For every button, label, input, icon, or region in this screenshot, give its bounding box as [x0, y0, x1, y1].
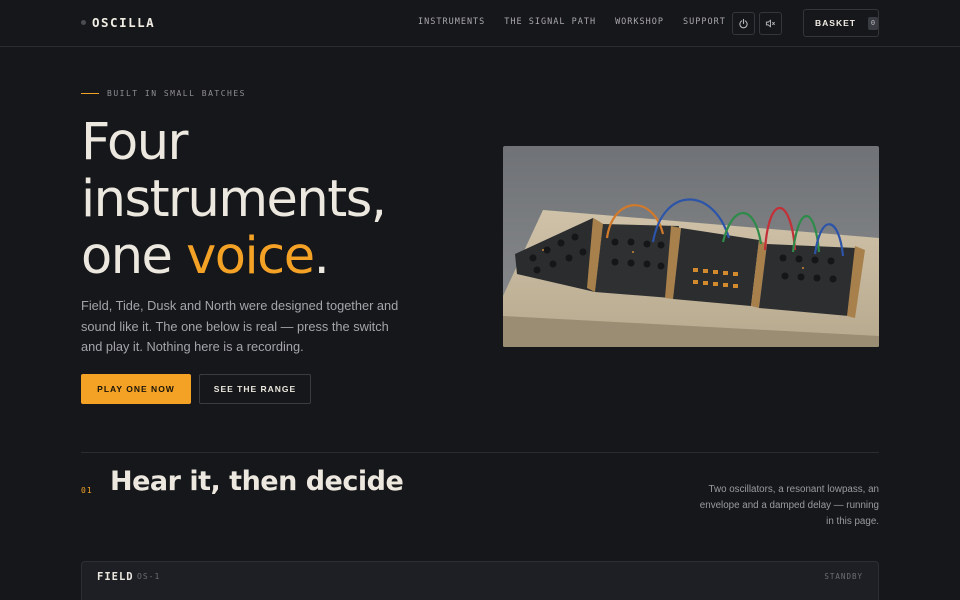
hero-eyebrow: BUILT IN SMALL BATCHES: [81, 89, 246, 98]
section-number: 01: [81, 486, 93, 495]
section-title: Hear it, then decide: [110, 466, 404, 497]
basket-label: BASKET: [815, 18, 856, 28]
power-button[interactable]: [732, 12, 755, 35]
headline-line-3a: one: [81, 227, 187, 286]
section-description: Two oscillators, a resonant lowpass, an …: [699, 484, 879, 527]
brand-name: OSCILLA: [92, 15, 156, 30]
hero-lede: Field, Tide, Dusk and North were designe…: [81, 298, 399, 354]
nav-workshop[interactable]: WORKSHOP: [615, 17, 664, 27]
mute-button[interactable]: [759, 12, 782, 35]
see-the-range-button[interactable]: SEE THE RANGE: [199, 374, 311, 404]
nav-signal-path[interactable]: THE SIGNAL PATH: [504, 17, 596, 27]
instrument-panel: FIELD OS-1 STANDBY: [81, 561, 879, 600]
hero-product-photo: [503, 146, 879, 347]
eyebrow-rule: [81, 93, 99, 94]
instrument-code: OS-1: [137, 572, 161, 581]
headline-line-2: instruments,: [81, 170, 387, 229]
basket-button[interactable]: BASKET 0: [803, 9, 879, 37]
instrument-status: STANDBY: [824, 572, 863, 581]
nav-support[interactable]: SUPPORT: [683, 17, 726, 27]
power-icon: [739, 18, 748, 29]
main-nav: INSTRUMENTS THE SIGNAL PATH WORKSHOP SUP…: [418, 17, 745, 27]
instrument-name: FIELD: [97, 571, 134, 583]
play-one-now-button[interactable]: PLAY ONE NOW: [81, 374, 191, 404]
headline-accent-word: voice: [186, 227, 315, 286]
eyebrow-text: BUILT IN SMALL BATCHES: [107, 89, 246, 98]
hero-headline: Four instruments, one voice.: [81, 114, 481, 285]
brand-logo[interactable]: OSCILLA: [81, 15, 155, 30]
speaker-mute-icon: [765, 19, 775, 28]
headline-line-3b: .: [313, 227, 330, 286]
headline-line-1: Four: [81, 113, 189, 172]
site-header: OSCILLA INSTRUMENTS THE SIGNAL PATH WORK…: [0, 0, 960, 47]
brand-dot-icon: [81, 20, 86, 25]
basket-count-badge: 0: [867, 16, 878, 30]
section-divider: [81, 452, 879, 453]
nav-instruments[interactable]: INSTRUMENTS: [418, 17, 485, 27]
